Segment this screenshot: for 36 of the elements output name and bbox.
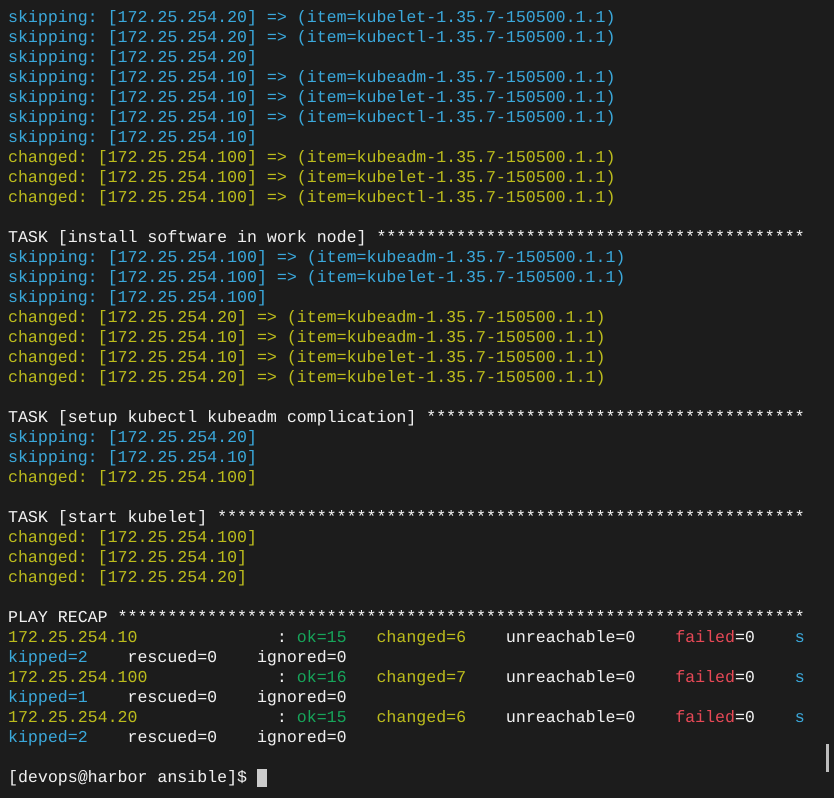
terminal-line: changed: [172.25.254.100] => (item=kubectl-1.35.7-150500.1.1) (8, 188, 616, 207)
terminal-line: skipping: [172.25.254.100] (8, 288, 267, 307)
scrollbar-thumb[interactable] (826, 744, 828, 772)
terminal-line: changed: [172.25.254.100] (8, 528, 257, 547)
terminal-line: changed: [172.25.254.20] (8, 568, 247, 587)
terminal-line: TASK [start kubelet] *********************************************************** (8, 508, 805, 527)
terminal-line: changed: [172.25.254.10] => (item=kubelet-1.35.7-150500.1.1) (8, 348, 606, 367)
terminal-line: skipping: [172.25.254.100] => (item=kubelet-1.35.7-150500.1.1) (8, 268, 626, 287)
terminal-line: 172.25.254.10 : ok=15 changed=6 unreachable=0 failed=0 s (8, 628, 805, 647)
terminal-line: TASK [install software in work node] ******************************************* (8, 228, 805, 247)
terminal-line: PLAY RECAP ********************************************************************* (8, 608, 805, 627)
terminal-line: changed: [172.25.254.10] (8, 548, 247, 567)
terminal-line: skipping: [172.25.254.20] (8, 48, 257, 67)
terminal-line: changed: [172.25.254.100] => (item=kubeadm-1.35.7-150500.1.1) (8, 148, 616, 167)
terminal-line: 172.25.254.20 : ok=15 changed=6 unreachable=0 failed=0 s (8, 708, 805, 727)
command-prompt: [devops@harbor ansible]$ (8, 768, 248, 788)
terminal-line: skipping: [172.25.254.10] => (item=kubeadm-1.35.7-150500.1.1) (8, 68, 616, 87)
terminal-line: skipping: [172.25.254.10] (8, 448, 257, 467)
cursor (256, 769, 267, 787)
terminal-line: kipped=1 rescued=0 ignored=0 (8, 688, 347, 707)
terminal-line: skipping: [172.25.254.10] => (item=kubectl-1.35.7-150500.1.1) (8, 108, 616, 127)
terminal-line: skipping: [172.25.254.100] => (item=kubeadm-1.35.7-150500.1.1) (8, 248, 626, 267)
terminal-line: skipping: [172.25.254.20] => (item=kubelet-1.35.7-150500.1.1) (8, 8, 616, 27)
terminal-line: 172.25.254.100 : ok=16 changed=7 unreachable=0 failed=0 s (8, 668, 805, 687)
terminal-line: changed: [172.25.254.10] => (item=kubeadm-1.35.7-150500.1.1) (8, 328, 606, 347)
terminal-line: skipping: [172.25.254.10] (8, 128, 257, 147)
terminal-line: TASK [setup kubectl kubeadm complication] ************************************** (8, 408, 805, 427)
terminal-line: changed: [172.25.254.20] => (item=kubeadm-1.35.7-150500.1.1) (8, 308, 606, 327)
terminal-line: kipped=2 rescued=0 ignored=0 (8, 648, 347, 667)
terminal-line: skipping: [172.25.254.20] (8, 428, 257, 447)
terminal-line: skipping: [172.25.254.10] => (item=kubelet-1.35.7-150500.1.1) (8, 88, 616, 107)
terminal-line: changed: [172.25.254.20] => (item=kubelet-1.35.7-150500.1.1) (8, 368, 606, 387)
terminal-line: changed: [172.25.254.100] (8, 468, 257, 487)
terminal-line: kipped=2 rescued=0 ignored=0 (8, 728, 347, 747)
terminal-line: skipping: [172.25.254.20] => (item=kubectl-1.35.7-150500.1.1) (8, 28, 616, 47)
terminal-line: changed: [172.25.254.100] => (item=kubelet-1.35.7-150500.1.1) (8, 168, 616, 187)
